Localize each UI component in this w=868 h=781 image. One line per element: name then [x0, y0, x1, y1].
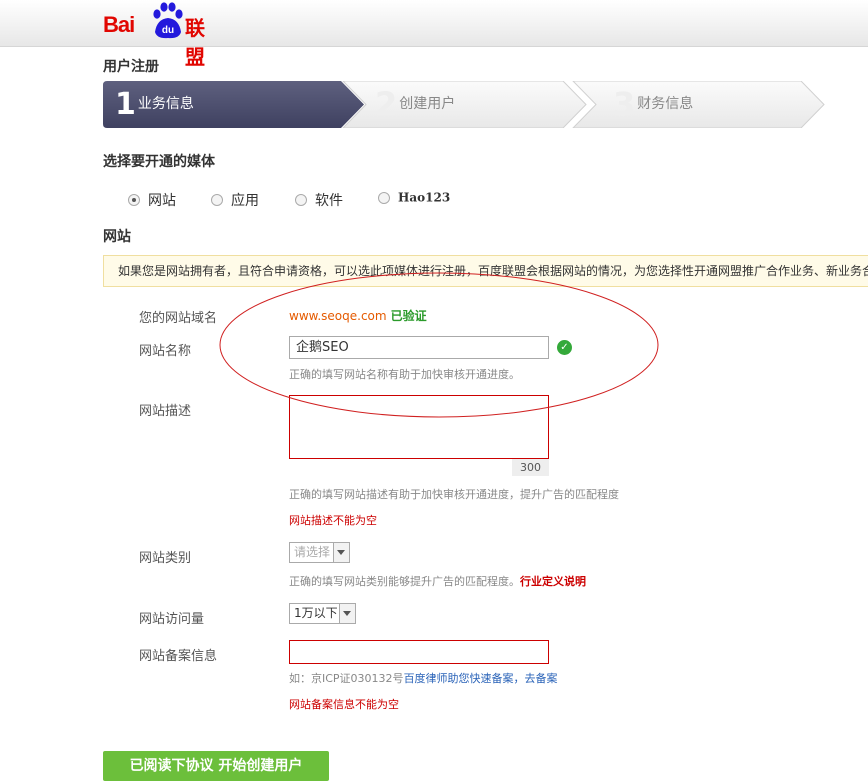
registration-steps: 1 业务信息 2 创建用户 3 财务信息: [103, 81, 825, 128]
step-2-create-user: 2 创建用户: [375, 85, 456, 123]
chevron-down-icon: [339, 604, 355, 623]
site-name-hint: 正确的填写网站名称有助于加快审核开通进度。: [289, 368, 520, 381]
domain-label: 您的网站域名: [139, 311, 218, 326]
radio-unselected-icon: [295, 194, 307, 206]
domain-value-row: www.seoqe.com 已验证: [289, 307, 427, 324]
industry-definition-link[interactable]: 行业定义说明: [520, 575, 586, 588]
website-heading: 网站: [103, 229, 131, 245]
chevron-down-icon: [333, 543, 349, 562]
radio-unselected-icon: [211, 194, 223, 206]
beian-help-link[interactable]: 百度律师助您快速备案，去备案: [404, 672, 558, 685]
site-name-label: 网站名称: [139, 344, 192, 359]
category-hint: 正确的填写网站类别能够提升广告的匹配程度。行业定义说明: [289, 575, 586, 588]
site-desc-hint: 正确的填写网站描述有助于加快审核开通进度，提升广告的匹配程度: [289, 488, 619, 501]
site-desc-textarea[interactable]: [289, 395, 549, 459]
top-header: Bai du 联盟: [0, 0, 868, 69]
traffic-select[interactable]: 1万以下: [289, 603, 356, 624]
logo-text-du: du: [162, 25, 174, 36]
domain-url: www.seoqe.com: [289, 309, 387, 323]
beian-error: 网站备案信息不能为空: [289, 698, 399, 711]
step-1-business-info: 1 业务信息: [115, 87, 194, 122]
site-name-input[interactable]: 企鹅SEO: [289, 336, 549, 359]
radio-hao123[interactable]: Hao123: [378, 190, 450, 205]
category-label: 网站类别: [139, 551, 192, 566]
radio-software[interactable]: 软件: [295, 190, 343, 210]
beian-input[interactable]: [289, 640, 549, 664]
submit-button[interactable]: 已阅读下协议 开始创建用户: [103, 751, 329, 781]
logo-text-bai: Bai: [103, 12, 135, 37]
domain-verified-badge: 已验证: [390, 309, 427, 323]
baidu-paw-icon: du: [153, 2, 183, 39]
radio-selected-icon: [128, 194, 140, 206]
beian-hint: 如：京ICP证030132号百度律师助您快速备案，去备案: [289, 672, 558, 685]
category-select[interactable]: 请选择: [289, 542, 350, 563]
page-title: 用户注册: [103, 59, 159, 75]
desc-char-counter: 300: [512, 459, 549, 476]
radio-unselected-icon: [378, 191, 390, 204]
steps-background: [103, 81, 825, 128]
website-notice: 如果您是网站拥有者，且符合申请资格，可以选此项媒体进行注册，百度联盟会根据网站的…: [103, 255, 868, 287]
traffic-label: 网站访问量: [139, 612, 205, 627]
site-desc-error: 网站描述不能为空: [289, 514, 377, 527]
site-desc-label: 网站描述: [139, 404, 192, 419]
media-heading: 选择要开通的媒体: [103, 154, 215, 170]
beian-label: 网站备案信息: [139, 649, 218, 664]
check-icon: ✓: [557, 340, 572, 355]
logo-text-lianmeng: 联盟: [185, 16, 205, 69]
radio-app[interactable]: 应用: [211, 190, 259, 210]
radio-website[interactable]: 网站: [128, 190, 176, 210]
step-3-finance-info: 3 财务信息: [613, 85, 694, 123]
